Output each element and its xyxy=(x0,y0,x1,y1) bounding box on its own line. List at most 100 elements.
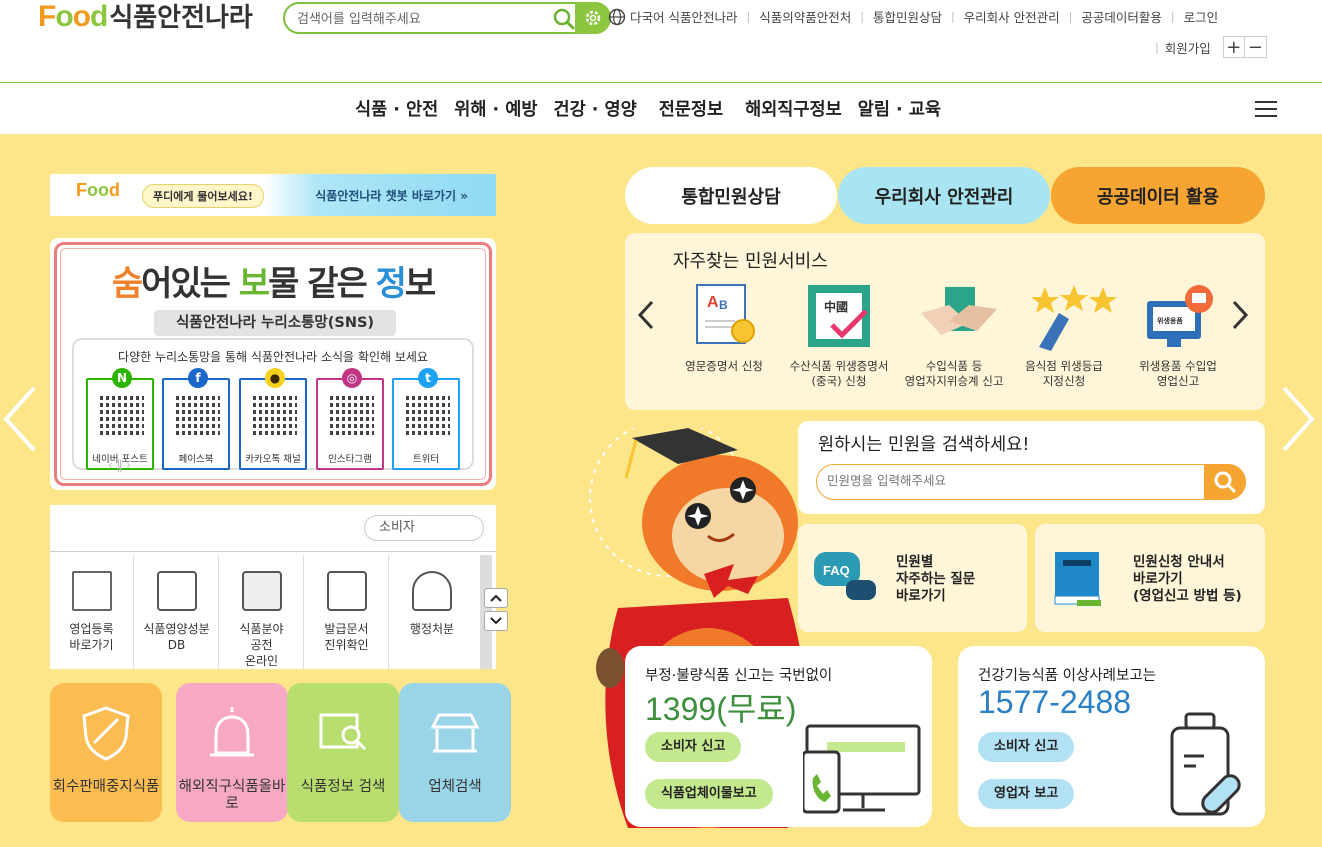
quick-document-verify[interactable]: 발급문서 진위확인 xyxy=(305,555,389,669)
qr-code-icon xyxy=(406,394,450,438)
service-hygiene-grade[interactable]: 음식점 위생등급 지정신청 xyxy=(1005,283,1123,389)
tab-public-data[interactable]: 공공데이터 활용 xyxy=(1051,167,1265,224)
foreign-matter-report-button[interactable]: 식품업체이물보고 xyxy=(645,779,773,809)
link-company-safety[interactable]: 우리회사 안전관리 xyxy=(964,7,1060,26)
quick-food-code[interactable]: 식품분야 공전 온라인 xyxy=(220,555,304,669)
tab-consumer[interactable]: 소비자 xyxy=(364,515,484,541)
search-box xyxy=(283,2,611,34)
next-slide-icon[interactable] xyxy=(1280,384,1316,466)
consumer-report-button[interactable]: 소비자 신고 xyxy=(645,732,742,762)
search-doc-icon xyxy=(319,713,367,751)
link-signup[interactable]: 회원가입 xyxy=(1165,38,1211,57)
chevron-down-icon xyxy=(490,617,502,625)
qr-code-icon xyxy=(176,394,220,438)
stars-icon xyxy=(1031,285,1117,351)
faq-icon: FAQ xyxy=(814,552,876,600)
food-logo-icon: Food xyxy=(76,180,120,200)
link-civil-consult[interactable]: 통합민원상담 xyxy=(873,7,942,26)
service-fishery-certificate[interactable]: 中國 수산식품 위생증명서 (중국) 신청 xyxy=(780,283,898,389)
svg-text:A: A xyxy=(707,294,719,311)
banner-subtitle: 식품안전나라 누리소통망(SNS) xyxy=(154,310,396,336)
services-prev-icon[interactable] xyxy=(637,299,655,339)
nav-food-safety[interactable]: 식품 · 안전 xyxy=(355,96,438,121)
civil-search-panel: 원하시는 민원을 검색하세요! xyxy=(798,421,1265,514)
civil-search-input[interactable] xyxy=(827,473,1187,488)
zoom-in-button[interactable]: + xyxy=(1222,36,1245,58)
gear-icon[interactable] xyxy=(575,2,611,34)
naver-icon: N xyxy=(112,368,132,388)
nav-notice-education[interactable]: 알림 · 교육 xyxy=(858,96,941,121)
civil-search-button[interactable] xyxy=(1204,464,1246,500)
quick-nutrition-db[interactable]: 식품영양성분 DB xyxy=(135,555,219,669)
service-hygiene-products[interactable]: 위생용품 위생용품 수입업 영업신고 xyxy=(1119,283,1237,389)
tile-company-search[interactable]: 업체검색 xyxy=(399,683,511,822)
search-icon[interactable] xyxy=(553,8,575,30)
consumer-report-button-2[interactable]: 소비자 신고 xyxy=(978,732,1075,762)
book-icon xyxy=(241,571,282,611)
link-login[interactable]: 로그인 xyxy=(1184,7,1219,26)
sns-naver-post[interactable]: N 네이버 포스트 xyxy=(86,368,154,470)
nav-expert-info[interactable]: 전문정보 xyxy=(659,96,723,121)
scroll-up-button[interactable] xyxy=(484,588,508,608)
faq-card[interactable]: FAQ 민원별 자주하는 질문 바로가기 xyxy=(798,524,1027,632)
guide-card[interactable]: 민원신청 안내서 바로가기 (영업신고 방법 등) xyxy=(1035,524,1265,632)
tab-company-safety[interactable]: 우리회사 안전관리 xyxy=(838,167,1050,224)
utility-links-2: | 회원가입 + − xyxy=(1155,36,1267,58)
sns-kakao[interactable]: ● 카카오톡 채널 xyxy=(239,368,307,470)
banner-controls[interactable]: ‹ ‖ › xyxy=(108,458,131,472)
service-english-certificate[interactable]: AB 영문증명서 신청 xyxy=(665,283,783,374)
link-multilingual[interactable]: 다국어 식품안전나라 xyxy=(630,7,737,26)
quick-menu: 소비자 영업등록 바로가기 식품영양성분 DB 식품분야 공전 온라인 발급문서… xyxy=(50,505,496,669)
search-input[interactable] xyxy=(297,9,537,29)
frequent-services: 자주찾는 민원서비스 AB 영문증명서 신청 中國 수산식품 위생증명서 (중국… xyxy=(625,233,1265,410)
report-1399-number: 1399(무료) xyxy=(645,691,797,727)
sns-twitter[interactable]: t 트위터 xyxy=(392,368,460,470)
report-1399-card: 부정·불량식품 신고는 국번없이 1399(무료) 소비자 신고 식품업체이물보… xyxy=(625,646,932,827)
chatbot-banner[interactable]: Food 푸디에게 물어보세요! 식품안전나라 챗봇 바로가기 » xyxy=(50,174,496,216)
svg-text:B: B xyxy=(719,298,728,312)
nav-hazard-prevention[interactable]: 위해 · 예방 xyxy=(454,96,537,121)
banner-sns-box: 다양한 누리소통망을 통해 식품안전나라 소식을 확인해 보세요 N 네이버 포스… xyxy=(72,338,474,470)
sns-facebook[interactable]: f 페이스북 xyxy=(162,368,230,470)
business-report-button[interactable]: 영업자 보고 xyxy=(978,779,1075,809)
prev-slide-icon[interactable] xyxy=(2,384,38,466)
zoom-out-button[interactable]: − xyxy=(1244,36,1267,58)
qr-code-icon xyxy=(100,394,144,438)
qr-code-icon xyxy=(253,394,297,438)
civil-search-title: 원하시는 민원을 검색하세요! xyxy=(818,435,1030,455)
monitor-icon: 위생용품 xyxy=(1147,285,1213,347)
chatbot-link[interactable]: 식품안전나라 챗봇 바로가기 » xyxy=(315,187,468,204)
computer-phone-icon xyxy=(803,724,921,814)
quick-business-registration[interactable]: 영업등록 바로가기 xyxy=(50,555,134,669)
sns-instagram[interactable]: ◎ 인스타그램 xyxy=(316,368,384,470)
database-icon xyxy=(156,571,197,611)
site-logo[interactable]: Food 식품안전나라 xyxy=(38,0,253,33)
search-icon xyxy=(1214,471,1236,493)
scroll-down-button[interactable] xyxy=(484,611,508,631)
link-public-data[interactable]: 공공데이터활용 xyxy=(1081,7,1162,26)
menu-icon[interactable] xyxy=(1255,101,1277,119)
nav-overseas-purchase[interactable]: 해외직구정보 xyxy=(745,96,842,121)
service-succession-report[interactable]: 수입식품 등 영업자지위승계 신고 xyxy=(895,283,1013,389)
tile-recall[interactable]: 회수판매중지식품 xyxy=(50,683,162,822)
link-mfds[interactable]: 식품의약품안전처 xyxy=(759,7,851,26)
qr-code-icon xyxy=(330,394,374,438)
frequent-services-title: 자주찾는 민원서비스 xyxy=(673,251,828,272)
globe-icon xyxy=(608,8,626,25)
main-nav: 식품 · 안전 위해 · 예방 건강 · 영양 전문정보 해외직구정보 알림 ·… xyxy=(355,96,957,121)
guidebook-icon xyxy=(1054,552,1101,606)
utility-links: 다국어 식품안전나라 | 식품의약품안전처 | 통합민원상담 | 우리회사 안전관리 |… xyxy=(608,7,1218,26)
quick-administrative-action[interactable]: 행정처분 xyxy=(390,555,474,669)
nav-health-nutrition[interactable]: 건강 · 영양 xyxy=(553,96,636,121)
sns-banner[interactable]: 숨어있는 보물 같은 정보 식품안전나라 누리소통망(SNS) 다양한 누리소통… xyxy=(50,238,496,490)
handshake-icon xyxy=(921,287,997,335)
document-search-icon xyxy=(326,571,367,611)
tab-integrated-civil[interactable]: 통합민원상담 xyxy=(625,167,837,224)
civil-search-box xyxy=(816,464,1246,500)
chevron-up-icon xyxy=(490,594,502,602)
tile-food-info-search[interactable]: 식품정보 검색 xyxy=(287,683,399,822)
kakao-icon: ● xyxy=(265,368,285,388)
logo-site-name: 식품안전나라 xyxy=(109,2,253,32)
twitter-icon: t xyxy=(418,368,438,388)
tile-overseas-food[interactable]: 해외직구식품올바로 xyxy=(176,683,288,822)
